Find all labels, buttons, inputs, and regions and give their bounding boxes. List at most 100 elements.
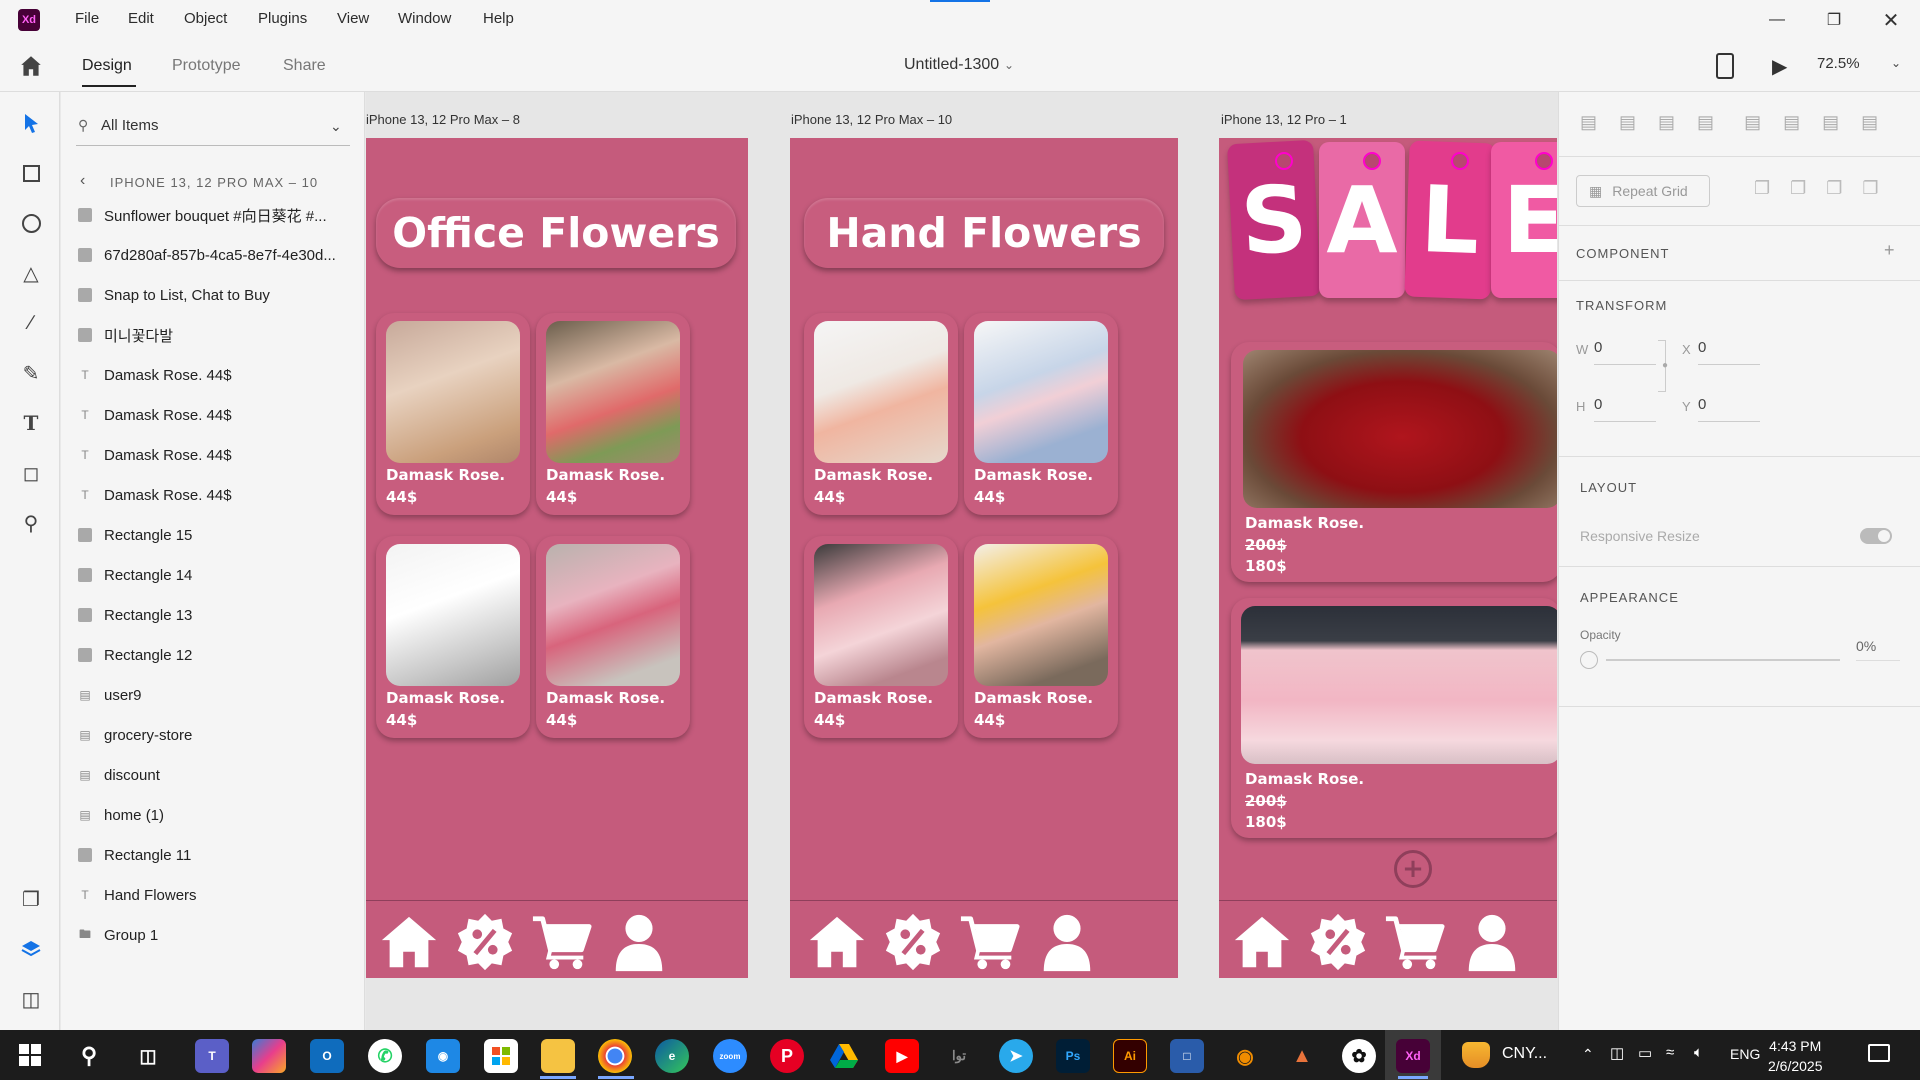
globe-app-icon[interactable]: ◉ bbox=[426, 1039, 460, 1073]
cart-icon[interactable] bbox=[529, 909, 595, 975]
zoom-app-icon[interactable]: zoom bbox=[713, 1039, 747, 1073]
home-icon[interactable] bbox=[376, 909, 442, 975]
artboard-office-flowers[interactable]: Office Flowers Damask Rose. 44$ Damask Ros… bbox=[366, 138, 748, 978]
layer-item[interactable]: ▤ home (1) bbox=[78, 800, 358, 830]
product-card[interactable]: Damask Rose. 44$ bbox=[804, 313, 958, 515]
wifi-icon[interactable]: ≈ bbox=[1666, 1044, 1674, 1061]
layer-item[interactable]: ▤ discount bbox=[78, 760, 358, 790]
xd-taskbar-icon[interactable]: Xd bbox=[1396, 1039, 1430, 1073]
layer-item[interactable]: T Damask Rose. 44$ bbox=[78, 400, 358, 430]
product-card[interactable]: Damask Rose. 44$ bbox=[964, 313, 1118, 515]
layer-item[interactable]: Rectangle 15 bbox=[78, 520, 358, 550]
product-card[interactable]: Damask Rose. 44$ bbox=[964, 536, 1118, 738]
user-icon[interactable] bbox=[1034, 909, 1100, 975]
battery-icon[interactable]: ▭ bbox=[1638, 1044, 1652, 1062]
menu-edit[interactable]: Edit bbox=[128, 10, 154, 27]
distribute-vertical-icon[interactable]: ▤ bbox=[1697, 112, 1714, 133]
pinterest-icon[interactable]: P bbox=[770, 1039, 804, 1073]
menu-object[interactable]: Object bbox=[184, 10, 227, 27]
chevron-down-icon[interactable]: ⌄ bbox=[1004, 58, 1014, 72]
windows-start-icon[interactable] bbox=[18, 1043, 42, 1072]
telegram-icon[interactable]: ➤ bbox=[999, 1039, 1033, 1073]
edge-icon[interactable]: e bbox=[655, 1039, 689, 1073]
layer-item[interactable]: Sunflower bouquet #向日葵花 #... bbox=[78, 200, 358, 230]
home-icon[interactable] bbox=[804, 909, 870, 975]
pen-tool-icon[interactable]: ✎ bbox=[18, 360, 44, 386]
layers-icon[interactable] bbox=[18, 936, 44, 962]
width-field[interactable]: 0 bbox=[1594, 339, 1656, 365]
layer-item[interactable]: Snap to List, Chat to Buy bbox=[78, 280, 358, 310]
mobile-preview-icon[interactable] bbox=[1716, 53, 1734, 79]
close-icon[interactable]: ✕ bbox=[1871, 8, 1911, 32]
clock[interactable]: 4:43 PM 2/6/2025 bbox=[1768, 1036, 1823, 1076]
add-component-icon[interactable]: + bbox=[1884, 240, 1895, 261]
layer-item[interactable]: Rectangle 11 bbox=[78, 840, 358, 870]
select-tool-icon[interactable] bbox=[18, 110, 44, 136]
home-icon[interactable] bbox=[1229, 909, 1295, 975]
tab-share[interactable]: Share bbox=[283, 57, 326, 75]
menu-window[interactable]: Window bbox=[398, 10, 451, 27]
menu-plugins[interactable]: Plugins bbox=[258, 10, 307, 27]
product-card[interactable]: Damask Rose. 44$ bbox=[376, 313, 530, 515]
polygon-tool-icon[interactable]: △ bbox=[18, 260, 44, 286]
align-middle-icon[interactable]: ▤ bbox=[1619, 112, 1636, 133]
camera-icon[interactable]: ◫ bbox=[1610, 1044, 1624, 1062]
product-card[interactable]: Damask Rose. 44$ bbox=[804, 536, 958, 738]
layer-item[interactable]: ▤ grocery-store bbox=[78, 720, 358, 750]
add-shape-icon[interactable]: ❐ bbox=[1754, 178, 1770, 199]
artboard-label[interactable]: iPhone 13, 12 Pro Max – 10 bbox=[791, 112, 952, 127]
layer-item[interactable]: Rectangle 12 bbox=[78, 640, 358, 670]
repeat-grid-button[interactable]: ▦ Repeat Grid bbox=[1576, 175, 1710, 207]
zoom-chevron-icon[interactable]: ⌄ bbox=[1891, 56, 1901, 70]
layer-item[interactable]: 🖿︎ Group 1 bbox=[78, 920, 358, 950]
lock-icon[interactable]: ● bbox=[1662, 360, 1668, 371]
minimize-icon[interactable]: — bbox=[1757, 8, 1797, 32]
youtube-icon[interactable]: ▶ bbox=[885, 1039, 919, 1073]
layer-item[interactable]: ▤ user9 bbox=[78, 680, 358, 710]
subtract-shape-icon[interactable]: ❐ bbox=[1790, 178, 1806, 199]
layer-item[interactable]: Rectangle 13 bbox=[78, 600, 358, 630]
tab-prototype[interactable]: Prototype bbox=[172, 57, 240, 75]
align-left-icon[interactable]: ▤ bbox=[1744, 112, 1761, 133]
discount-icon[interactable] bbox=[880, 909, 946, 975]
discount-icon[interactable] bbox=[452, 909, 518, 975]
blender-icon[interactable]: ◉ bbox=[1228, 1039, 1262, 1073]
copilot-icon[interactable] bbox=[252, 1039, 286, 1073]
layer-item[interactable]: 67d280af-857b-4ca5-8e7f-4e30d... bbox=[78, 240, 358, 270]
rectangle-tool-icon[interactable] bbox=[18, 160, 44, 186]
ellipse-tool-icon[interactable] bbox=[18, 210, 44, 236]
filter-chevron-icon[interactable]: ⌄ bbox=[330, 118, 342, 135]
responsive-toggle[interactable] bbox=[1860, 528, 1892, 544]
assets-icon[interactable]: ❐ bbox=[18, 886, 44, 912]
product-card[interactable]: Damask Rose. 44$ bbox=[376, 536, 530, 738]
user-icon[interactable] bbox=[1459, 909, 1525, 975]
zoom-tool-icon[interactable]: ⚲ bbox=[18, 510, 44, 536]
matlab-icon[interactable]: ▲ bbox=[1285, 1039, 1319, 1073]
zoom-level[interactable]: 72.5% bbox=[1817, 55, 1860, 72]
tray-chevron-icon[interactable]: ⌃ bbox=[1582, 1046, 1594, 1063]
outlook-icon[interactable]: O bbox=[310, 1039, 344, 1073]
intersect-shape-icon[interactable]: ❐ bbox=[1826, 178, 1842, 199]
opacity-slider-handle[interactable] bbox=[1580, 651, 1598, 669]
tab-design[interactable]: Design bbox=[82, 57, 132, 75]
back-chevron-icon[interactable]: ‹ bbox=[80, 172, 85, 190]
align-center-icon[interactable]: ▤ bbox=[1783, 112, 1800, 133]
artboard-label[interactable]: iPhone 13, 12 Pro – 1 bbox=[1221, 112, 1347, 127]
document-title[interactable]: Untitled-1300 bbox=[904, 56, 999, 74]
chatgpt-icon[interactable]: ✿ bbox=[1342, 1039, 1376, 1073]
product-card[interactable]: Damask Rose. 44$ bbox=[536, 313, 690, 515]
whatsapp-icon[interactable]: ✆ bbox=[368, 1039, 402, 1073]
text-tool-icon[interactable]: T bbox=[18, 410, 44, 436]
opacity-value[interactable]: 0% bbox=[1856, 638, 1900, 661]
product-card[interactable]: Damask Rose. 200$ 180$ bbox=[1231, 598, 1557, 838]
layer-item[interactable]: T Damask Rose. 44$ bbox=[78, 360, 358, 390]
photoshop-icon[interactable]: Ps bbox=[1056, 1039, 1090, 1073]
artboard-tool-icon[interactable]: ◻ bbox=[18, 460, 44, 486]
volume-icon[interactable]: 🔈︎ bbox=[1694, 1044, 1703, 1061]
input-language[interactable]: ENG bbox=[1730, 1046, 1760, 1062]
layer-item[interactable]: T Damask Rose. 44$ bbox=[78, 480, 358, 510]
task-view-icon[interactable]: ◫ bbox=[131, 1039, 165, 1073]
layer-item[interactable]: 미니꽃다발 bbox=[78, 320, 358, 350]
menu-view[interactable]: View bbox=[337, 10, 369, 27]
user-icon[interactable] bbox=[606, 909, 672, 975]
